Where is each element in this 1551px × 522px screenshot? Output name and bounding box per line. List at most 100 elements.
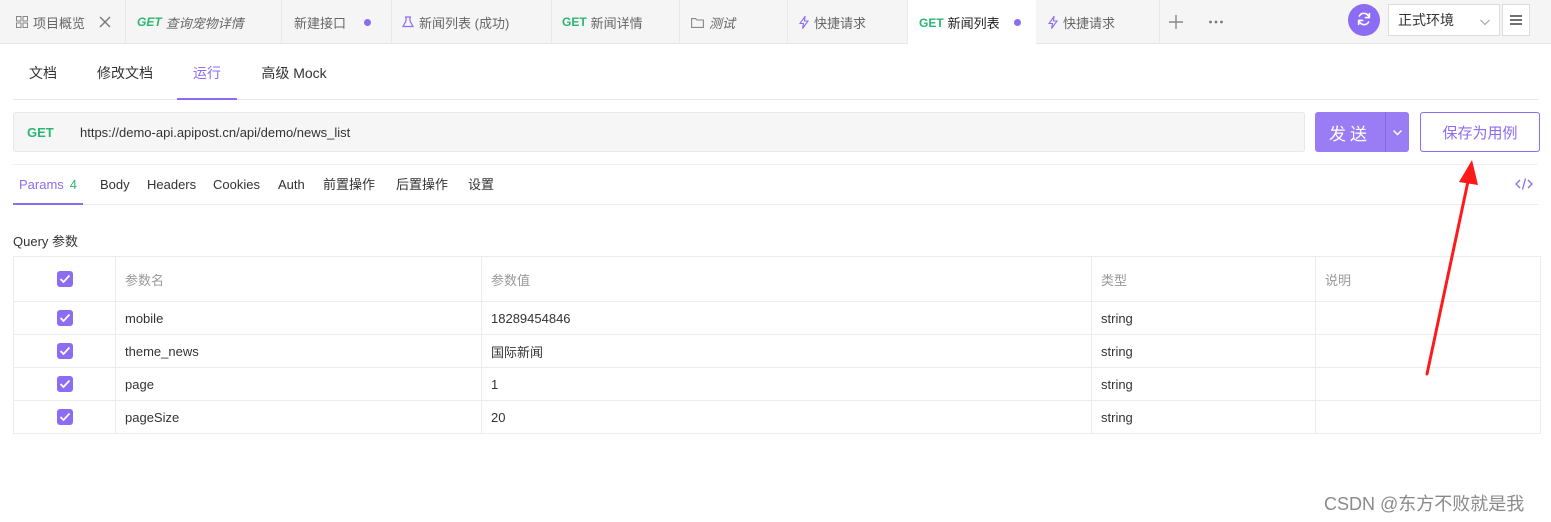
request-url-bar[interactable]: GET https://demo-api.apipost.cn/api/demo… xyxy=(13,112,1305,152)
row-checkbox-cell xyxy=(13,367,116,401)
environment-value: 正式环境 xyxy=(1398,12,1454,28)
subtab-docs[interactable]: 文档 xyxy=(13,44,73,100)
url-input[interactable]: https://demo-api.apipost.cn/api/demo/new… xyxy=(80,125,350,140)
method-badge: GET xyxy=(919,15,944,30)
param-type-cell[interactable]: string xyxy=(1091,301,1316,335)
tab-news-list-active[interactable]: GET 新闻列表 xyxy=(908,0,1036,45)
tab-quick-request[interactable]: 快捷请求 xyxy=(788,0,908,44)
select-all-checkbox[interactable] xyxy=(56,271,73,288)
tab-cookies[interactable]: Cookies xyxy=(213,165,260,205)
tab-news-detail[interactable]: GET 新闻详情 xyxy=(552,0,680,44)
tab-quick-request-2[interactable]: 快捷请求 xyxy=(1036,0,1160,44)
table-row: pageSize 20 string xyxy=(13,400,1541,434)
tab-settings[interactable]: 设置 xyxy=(468,165,494,205)
tab-pre-operations[interactable]: 前置操作 xyxy=(323,165,375,205)
tab-params-label: Params xyxy=(19,177,64,192)
column-header-value: 参数值 xyxy=(481,256,1092,302)
row-checkbox[interactable] xyxy=(56,376,73,393)
send-button[interactable]: 发送 xyxy=(1315,112,1409,152)
tab-params[interactable]: Params 4 xyxy=(13,165,84,205)
query-params-title: Query 参数 xyxy=(13,234,79,249)
param-name-cell[interactable]: theme_news xyxy=(115,334,482,368)
row-checkbox-cell xyxy=(13,334,116,368)
tab-label: 快捷请求 xyxy=(1063,15,1116,31)
param-type-cell[interactable]: string xyxy=(1091,334,1316,368)
subtab-advanced-mock[interactable]: 高级 Mock xyxy=(253,44,335,100)
folder-icon xyxy=(691,17,704,28)
params-count-badge: 4 xyxy=(69,177,78,192)
tab-label: 查询宠物详情 xyxy=(165,15,244,31)
param-value-cell[interactable]: 18289454846 xyxy=(481,301,1092,335)
example-icon xyxy=(402,16,414,28)
subtab-edit-docs[interactable]: 修改文档 xyxy=(89,44,161,100)
lightning-icon xyxy=(1048,15,1058,29)
column-header-name: 参数名 xyxy=(115,256,482,302)
table-header-row: 参数名 参数值 类型 说明 xyxy=(13,256,1541,302)
tab-post-operations[interactable]: 后置操作 xyxy=(396,165,448,205)
row-checkbox[interactable] xyxy=(56,343,73,360)
param-tabs: Params 4 Body Headers Cookies Auth 前置操作 后… xyxy=(13,164,1538,205)
tab-label: 新闻列表 (成功) xyxy=(419,15,510,31)
tab-label: 新闻详情 xyxy=(590,15,643,31)
tab-auth[interactable]: Auth xyxy=(278,165,305,205)
lightning-icon xyxy=(799,15,809,29)
param-value-cell[interactable]: 20 xyxy=(481,400,1092,434)
more-icon[interactable] xyxy=(1206,12,1226,32)
watermark: CSDN @东方不败就是我 xyxy=(1324,494,1525,514)
param-desc-cell[interactable] xyxy=(1315,400,1541,434)
tab-label: 项目概览 xyxy=(33,15,86,31)
send-options-chevron-icon[interactable] xyxy=(1386,127,1409,138)
grid-icon xyxy=(16,16,28,28)
row-checkbox[interactable] xyxy=(56,310,73,327)
param-desc-cell[interactable] xyxy=(1315,367,1541,401)
tab-label: 测试 xyxy=(709,15,736,31)
param-type-cell[interactable]: string xyxy=(1091,367,1316,401)
param-desc-cell[interactable] xyxy=(1315,334,1541,368)
unsaved-dot-icon xyxy=(364,18,372,26)
tab-label: 新建接口 xyxy=(294,15,347,31)
sync-button[interactable] xyxy=(1348,4,1380,36)
column-header-type: 类型 xyxy=(1091,256,1316,302)
tab-label: 新闻列表 xyxy=(947,16,1000,31)
method-badge: GET xyxy=(562,15,587,29)
tab-news-list-success[interactable]: 新闻列表 (成功) xyxy=(392,0,552,44)
tab-new-api[interactable]: 新建接口 xyxy=(282,0,392,44)
method-select[interactable]: GET xyxy=(27,125,80,140)
table-row: mobile 18289454846 string xyxy=(13,301,1541,335)
chevron-down-icon xyxy=(1479,15,1491,31)
add-tab-icon[interactable] xyxy=(1166,12,1186,32)
tab-test-folder[interactable]: 测试 xyxy=(680,0,788,44)
tab-label: 快捷请求 xyxy=(814,15,867,31)
row-checkbox-cell xyxy=(13,400,116,434)
param-value-cell[interactable]: 国际新闻 xyxy=(481,334,1092,368)
table-row: page 1 string xyxy=(13,367,1541,401)
subtab-run[interactable]: 运行 xyxy=(177,44,237,100)
save-as-case-button[interactable]: 保存为用例 xyxy=(1420,112,1540,152)
close-icon[interactable] xyxy=(99,16,111,28)
select-all-cell xyxy=(13,256,116,302)
api-sub-tabs: 文档 修改文档 运行 高级 Mock xyxy=(13,44,1538,100)
tab-headers[interactable]: Headers xyxy=(147,165,196,205)
unsaved-dot-icon xyxy=(1013,19,1021,26)
param-name-cell[interactable]: pageSize xyxy=(115,400,482,434)
tab-query-pet-detail[interactable]: GET 查询宠物详情 xyxy=(126,0,282,44)
code-icon[interactable] xyxy=(1515,177,1533,191)
param-desc-cell[interactable] xyxy=(1315,301,1541,335)
param-name-cell[interactable]: mobile xyxy=(115,301,482,335)
method-badge: GET xyxy=(137,15,162,29)
environment-select[interactable]: 正式环境 xyxy=(1388,4,1500,36)
tab-body[interactable]: Body xyxy=(100,165,130,205)
param-type-cell[interactable]: string xyxy=(1091,400,1316,434)
sync-icon xyxy=(1356,11,1372,30)
param-name-cell[interactable]: page xyxy=(115,367,482,401)
column-header-description: 说明 xyxy=(1315,256,1541,302)
tab-bar: 项目概览 GET 查询宠物详情 新建接口 新闻列表 (成功) GET 新闻详情 … xyxy=(0,0,1551,45)
param-value-cell[interactable]: 1 xyxy=(481,367,1092,401)
menu-button[interactable] xyxy=(1502,4,1530,36)
tab-project-overview[interactable]: 项目概览 xyxy=(0,0,126,44)
hamburger-icon xyxy=(1510,13,1522,28)
send-label: 发送 xyxy=(1329,124,1371,144)
row-checkbox-cell xyxy=(13,301,116,335)
query-params-table: 参数名 参数值 类型 说明 mobile 18289454846 string … xyxy=(13,256,1541,434)
row-checkbox[interactable] xyxy=(56,409,73,426)
